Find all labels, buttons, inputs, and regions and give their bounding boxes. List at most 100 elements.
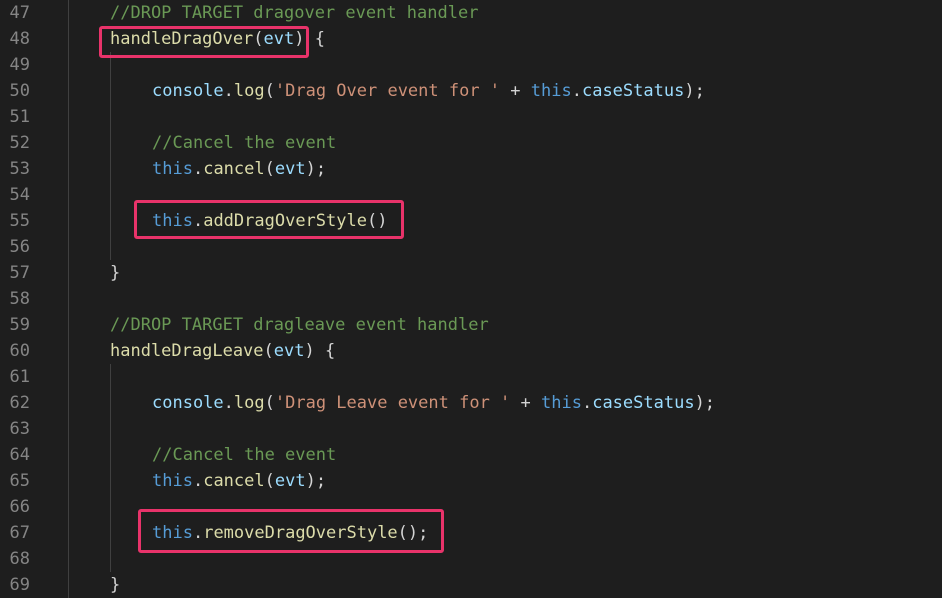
punctuation-token: { — [304, 29, 325, 49]
code-line[interactable]: 50 console.log('Drag Over event for ' + … — [0, 78, 942, 104]
line-number: 68 — [9, 549, 30, 569]
identifier-token: evt — [274, 471, 306, 491]
code-line[interactable]: 58 — [0, 286, 942, 312]
line-number: 52 — [9, 133, 30, 153]
punctuation-token: ( — [264, 471, 275, 491]
punctuation-token: . — [192, 211, 204, 231]
code-line[interactable]: 61 — [0, 364, 942, 390]
identifier-token: console — [152, 81, 224, 101]
line-content: //DROP TARGET dragover event handler — [110, 0, 478, 26]
identifier-token: caseStatus — [581, 81, 685, 101]
keyword-token: this — [152, 211, 193, 231]
line-number: 48 — [9, 29, 30, 49]
line-number: 59 — [9, 315, 30, 335]
function-token: removeDragOverStyle — [203, 523, 398, 543]
code-line[interactable]: 49 — [0, 52, 942, 78]
line-content: this.addDragOverStyle() — [152, 208, 387, 234]
punctuation-token: () — [366, 211, 388, 231]
line-content: //Cancel the event — [152, 130, 336, 156]
function-token: addDragOverStyle — [203, 211, 367, 231]
punctuation-token: ( — [264, 393, 275, 413]
comment-token: //DROP TARGET dragover event handler — [110, 3, 479, 23]
code-line[interactable]: 57 } — [0, 260, 942, 286]
line-number: 47 — [9, 3, 30, 23]
punctuation-token: . — [571, 81, 582, 101]
line-content: console.log('Drag Leave event for ' + th… — [152, 390, 715, 416]
function-token: handleDragLeave — [110, 341, 264, 361]
string-token: 'Drag Leave event for ' — [274, 393, 511, 413]
line-content: this.cancel(evt); — [152, 156, 326, 182]
function-token: log — [233, 393, 265, 413]
line-content: handleDragLeave(evt) { — [110, 338, 335, 364]
code-line[interactable]: 68 — [0, 546, 942, 572]
code-line[interactable]: 47 //DROP TARGET dragover event handler — [0, 0, 942, 26]
line-number: 60 — [9, 341, 30, 361]
function-token: log — [233, 81, 265, 101]
code-line[interactable]: 60 handleDragLeave(evt) { — [0, 338, 942, 364]
code-line[interactable]: 53 this.cancel(evt); — [0, 156, 942, 182]
code-line[interactable]: 65 this.cancel(evt); — [0, 468, 942, 494]
code-line[interactable]: 66 — [0, 494, 942, 520]
punctuation-token: . — [192, 471, 204, 491]
code-editor[interactable]: 47 //DROP TARGET dragover event handler … — [0, 0, 942, 598]
punctuation-token: . — [223, 81, 234, 101]
code-line[interactable]: 55 this.addDragOverStyle() — [0, 208, 942, 234]
function-token: cancel — [203, 471, 265, 491]
comment-token: //Cancel the event — [152, 133, 337, 153]
punctuation-token: ( — [264, 81, 275, 101]
code-line[interactable]: 51 — [0, 104, 942, 130]
keyword-token: this — [530, 81, 572, 101]
line-number: 55 — [9, 211, 30, 231]
line-content: //Cancel the event — [152, 442, 336, 468]
keyword-token: this — [152, 159, 193, 179]
identifier-token: evt — [263, 29, 295, 49]
punctuation-token: . — [581, 393, 593, 413]
line-content: handleDragOver(evt) { — [110, 26, 325, 52]
function-token: handleDragOver — [110, 29, 254, 49]
string-token: 'Drag Over event for ' — [274, 81, 501, 101]
line-number: 69 — [9, 575, 30, 595]
punctuation-token: + — [500, 81, 531, 101]
line-number: 67 — [9, 523, 30, 543]
punctuation-token: + — [510, 393, 541, 413]
punctuation-token: ); — [305, 159, 327, 179]
identifier-token: evt — [274, 159, 306, 179]
code-line[interactable]: 64 //Cancel the event — [0, 442, 942, 468]
line-content: //DROP TARGET dragleave event handler — [110, 312, 489, 338]
line-content: this.cancel(evt); — [152, 468, 326, 494]
code-line[interactable]: 62 console.log('Drag Leave event for ' +… — [0, 390, 942, 416]
punctuation-token: . — [192, 159, 204, 179]
keyword-token: this — [541, 393, 582, 413]
line-content: this.removeDragOverStyle(); — [152, 520, 428, 546]
line-number: 62 — [9, 393, 30, 413]
code-line[interactable]: 56 — [0, 234, 942, 260]
punctuation-token: ) — [294, 29, 305, 49]
punctuation-token: ); — [694, 393, 716, 413]
code-line[interactable]: 48 handleDragOver(evt) { — [0, 26, 942, 52]
line-content: } — [110, 572, 120, 598]
line-number: 58 — [9, 289, 30, 309]
line-number: 61 — [9, 367, 30, 387]
line-content: console.log('Drag Over event for ' + thi… — [152, 78, 705, 104]
punctuation-token: ( — [253, 29, 264, 49]
line-number: 63 — [9, 419, 30, 439]
punctuation-token: . — [223, 393, 234, 413]
code-line[interactable]: 63 — [0, 416, 942, 442]
line-number: 51 — [9, 107, 30, 127]
code-line[interactable]: 67 this.removeDragOverStyle(); — [0, 520, 942, 546]
identifier-token: evt — [273, 341, 305, 361]
line-number: 49 — [9, 55, 30, 75]
code-line[interactable]: 54 — [0, 182, 942, 208]
punctuation-token: . — [192, 523, 204, 543]
code-line[interactable]: 69 } — [0, 572, 942, 598]
punctuation-token: ( — [264, 159, 275, 179]
line-number: 66 — [9, 497, 30, 517]
code-line[interactable]: 52 //Cancel the event — [0, 130, 942, 156]
code-line[interactable]: 59 //DROP TARGET dragleave event handler — [0, 312, 942, 338]
keyword-token: this — [152, 471, 193, 491]
comment-token: //Cancel the event — [152, 445, 337, 465]
punctuation-token: } — [110, 575, 121, 595]
line-number: 64 — [9, 445, 30, 465]
punctuation-token: (); — [397, 523, 429, 543]
line-number: 57 — [9, 263, 30, 283]
